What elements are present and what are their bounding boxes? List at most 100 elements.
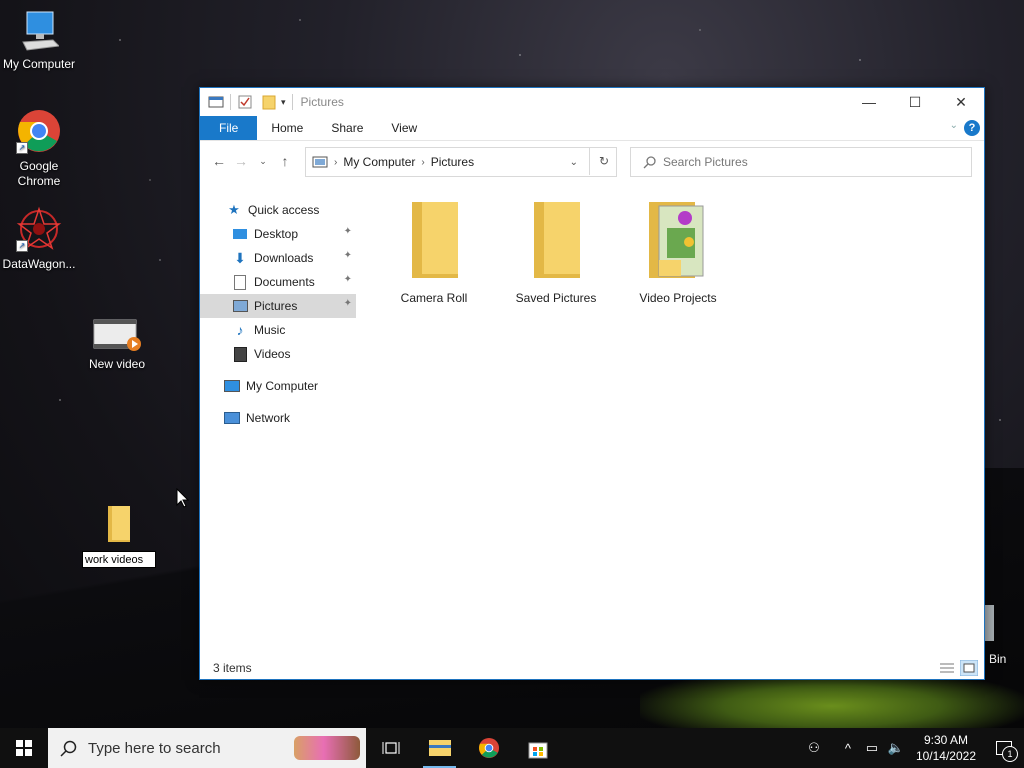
folder-saved-pictures[interactable]: Saved Pictures — [497, 198, 615, 305]
notification-center-button[interactable]: 1 — [984, 728, 1024, 768]
expand-ribbon-icon[interactable]: ⌄ — [950, 120, 958, 131]
details-view-icon[interactable] — [938, 660, 956, 676]
desktop-icon-label: New video — [88, 357, 146, 371]
search-icon — [60, 740, 77, 757]
task-view-icon — [382, 742, 399, 754]
quick-access-dropdown-icon[interactable]: ▾ — [281, 97, 286, 108]
pictures-location-icon — [312, 156, 328, 168]
window-title: Pictures — [300, 95, 344, 109]
desktop-folder-renaming[interactable] — [80, 504, 158, 568]
desktop-icon-new-video[interactable]: New video — [78, 318, 156, 372]
tab-share[interactable]: Share — [317, 116, 377, 140]
folder-icon — [108, 506, 130, 542]
help-icon[interactable]: ? — [964, 120, 980, 136]
start-button[interactable] — [0, 728, 48, 768]
star-icon: ★ — [228, 202, 240, 217]
tab-file[interactable]: File — [200, 116, 258, 140]
nav-label: Downloads — [254, 251, 314, 265]
folder-camera-roll[interactable]: Camera Roll — [375, 198, 493, 305]
breadcrumb-chevron-icon[interactable]: › — [334, 157, 337, 168]
nav-label: Videos — [254, 347, 291, 361]
nav-label: Network — [246, 411, 291, 425]
nav-music[interactable]: ♪ Music — [200, 318, 356, 342]
nav-network[interactable]: Network — [200, 406, 356, 430]
folder-label: Camera Roll — [400, 291, 468, 305]
taskbar-file-explorer[interactable] — [415, 728, 464, 768]
pin-icon[interactable]: ✦ — [344, 250, 352, 261]
chrome-icon — [478, 737, 499, 759]
breadcrumb-chevron-icon[interactable]: › — [421, 157, 424, 168]
nav-documents[interactable]: Documents ✦ — [200, 270, 356, 294]
windows-logo-icon — [16, 740, 32, 756]
desktop-icon-label: My Computer — [2, 57, 76, 71]
address-dropdown-icon[interactable]: ⌄ — [570, 157, 578, 168]
clock[interactable]: 9:30 AM 10/14/2022 — [908, 732, 984, 764]
show-hidden-icons-icon[interactable]: ^ — [836, 741, 860, 756]
notification-count-badge: 1 — [1002, 746, 1018, 762]
task-view-button[interactable] — [366, 728, 415, 768]
film-icon — [232, 346, 248, 362]
refresh-button[interactable]: ↻ — [589, 147, 618, 175]
close-button[interactable]: ✕ — [938, 88, 984, 116]
breadcrumb-my-computer[interactable]: My Computer — [343, 155, 415, 169]
search-box[interactable]: Search Pictures — [630, 147, 972, 177]
up-button[interactable]: ↑ — [274, 153, 296, 169]
search-highlight-image — [294, 736, 360, 760]
taskbar-store[interactable] — [513, 728, 562, 768]
nav-label: Documents — [254, 275, 315, 289]
pin-icon[interactable]: ✦ — [344, 298, 352, 309]
pin-icon[interactable]: ✦ — [344, 226, 352, 237]
nav-quick-access[interactable]: ★ Quick access — [200, 198, 356, 222]
file-explorer-window: ▾ Pictures — ☐ ✕ File Home Share View ⌄ … — [199, 87, 985, 680]
large-icons-view-icon[interactable] — [960, 660, 978, 676]
breadcrumb-pictures[interactable]: Pictures — [431, 155, 474, 169]
tab-view[interactable]: View — [377, 116, 431, 140]
pictures-icon — [232, 298, 248, 314]
people-icon[interactable]: ⚇ — [802, 740, 826, 756]
nav-my-computer[interactable]: My Computer — [200, 374, 356, 398]
title-bar[interactable]: ▾ Pictures — ☐ ✕ — [200, 88, 984, 116]
pin-icon[interactable]: ✦ — [344, 274, 352, 285]
taskbar-chrome[interactable] — [464, 728, 513, 768]
nav-label: My Computer — [246, 379, 319, 393]
nav-label: Music — [254, 323, 286, 337]
recycle-bin-icon — [984, 605, 994, 641]
clock-time: 9:30 AM — [923, 733, 968, 747]
file-list: Camera Roll Saved Pictures Video Project… — [375, 198, 984, 305]
maximize-button[interactable]: ☐ — [892, 88, 938, 116]
nav-desktop[interactable]: Desktop ✦ — [200, 222, 356, 246]
properties-icon[interactable] — [237, 94, 253, 110]
recent-locations-icon[interactable]: ⌄ — [252, 156, 274, 167]
desktop-icon — [232, 226, 248, 242]
computer-icon — [22, 11, 61, 51]
taskbar-search-box[interactable]: Type here to search — [48, 728, 366, 768]
desktop-icon-datawagon[interactable]: ↗ DataWagon... — [0, 206, 78, 272]
minimize-button[interactable]: — — [846, 88, 892, 116]
nav-label: Quick access — [248, 203, 320, 217]
window-system-icon[interactable] — [208, 94, 224, 110]
nav-pictures[interactable]: Pictures ✦ — [200, 294, 356, 318]
desktop-icon-my-computer[interactable]: My Computer — [0, 10, 78, 72]
folder-icon — [534, 202, 580, 278]
new-folder-icon[interactable] — [261, 94, 277, 110]
folder-video-projects[interactable]: Video Projects — [619, 198, 737, 305]
recycle-bin-partial[interactable]: Bin — [984, 605, 1006, 666]
network-status-icon[interactable]: ▭ — [860, 740, 884, 756]
refresh-icon: ↻ — [598, 154, 610, 168]
forward-button[interactable]: → — [230, 153, 252, 169]
folder-with-thumbnail-icon — [649, 202, 704, 278]
folder-rename-input[interactable] — [82, 551, 156, 568]
volume-icon[interactable]: 🔈 — [884, 740, 908, 756]
navigation-pane: ★ Quick access Desktop ✦ ⬇ Downloads ✦ D… — [200, 198, 356, 430]
nav-downloads[interactable]: ⬇ Downloads ✦ — [200, 246, 356, 270]
tab-home[interactable]: Home — [257, 116, 317, 140]
nav-videos[interactable]: Videos — [200, 342, 356, 366]
desktop-icon-chrome[interactable]: ↗ Google Chrome — [0, 108, 78, 189]
address-bar[interactable]: › My Computer › Pictures ⌄ — [305, 147, 617, 177]
search-placeholder: Search Pictures — [663, 155, 748, 169]
separator — [230, 94, 231, 110]
nav-label: Desktop — [254, 227, 299, 241]
folder-icon — [412, 202, 458, 278]
back-button[interactable]: ← — [208, 153, 230, 169]
system-tray: ⚇ ^ ▭ 🔈 9:30 AM 10/14/2022 1 — [802, 728, 1024, 768]
